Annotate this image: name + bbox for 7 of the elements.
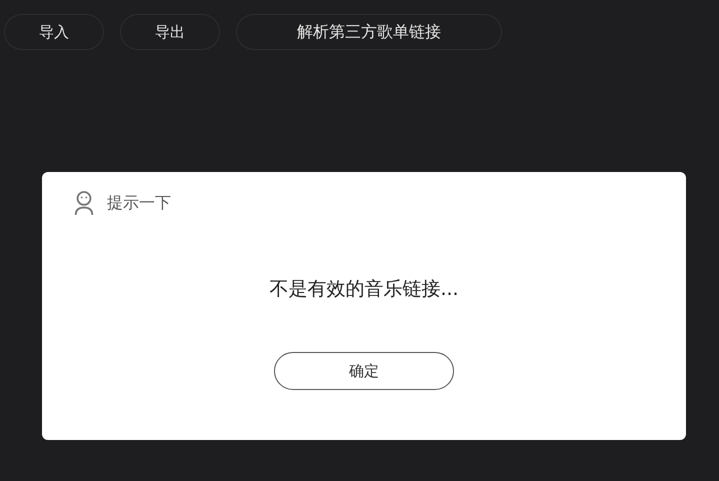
person-icon	[73, 190, 95, 216]
toolbar-button[interactable]: 导出	[120, 14, 220, 50]
dialog-message: 不是有效的音乐链接...	[268, 277, 460, 302]
toolbar-button[interactable]: 导入	[4, 14, 104, 50]
toolbar-button[interactable]: 解析第三方歌单链接	[236, 14, 502, 50]
confirm-button[interactable]: 确定	[274, 352, 454, 390]
dialog-title: 提示一下	[107, 192, 171, 214]
